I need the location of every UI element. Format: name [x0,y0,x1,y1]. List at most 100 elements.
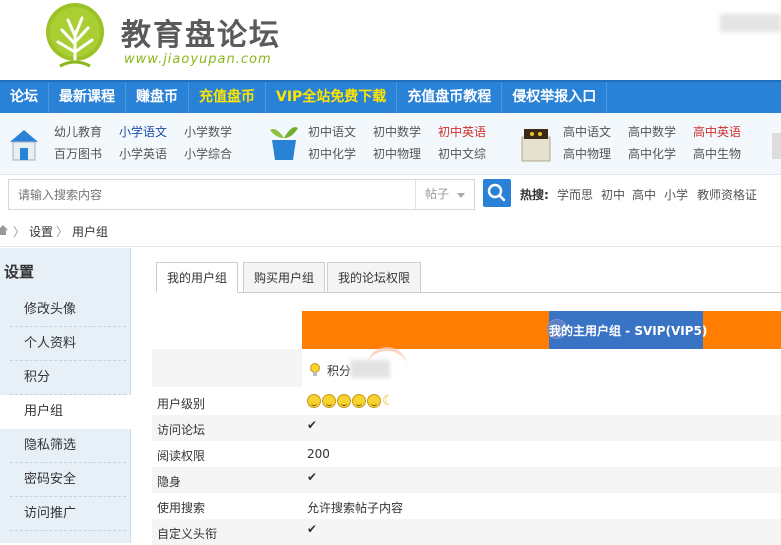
permission-row: 自定义头衔 ✔ [152,519,781,545]
house-icon [10,130,38,161]
permission-value: 200 [307,447,330,461]
permission-label: 使用搜索 [157,501,206,515]
category-link[interactable]: 高中化学 [628,145,676,162]
category-link[interactable]: 小学综合 [184,145,232,162]
search-input[interactable] [9,180,415,209]
breadcrumb-separator: 〉 [56,225,69,239]
category-link[interactable]: 高中数学 [628,123,676,140]
sidebar-item-label: 隐私筛选 [24,438,77,453]
tab-buy-usergroup[interactable]: 购买用户组 [243,262,326,293]
permission-label: 阅读权限 [157,449,206,463]
permission-row: 使用搜索 允许搜索帖子内容 [152,493,781,519]
permission-label: 隐身 [157,475,182,489]
hot-search-link[interactable]: 高中 [632,186,656,203]
sidebar-item[interactable]: 访问推广 [0,497,130,531]
tab-my-usergroup[interactable]: 我的用户组 [156,262,239,293]
smiley-icon [367,393,381,408]
hot-search-link[interactable]: 初中 [601,186,625,203]
user-level-icons: ☾ [307,393,395,408]
category-link[interactable]: 百万图书 [54,145,102,162]
usergroup-header: 我的主用户组 - SVIP(VIP5) [302,311,781,349]
permission-row: 阅读权限 200 [152,441,781,467]
smiley-icon [337,393,351,408]
category-link[interactable]: 高中生物 [693,145,741,162]
blurred-credit-value [350,360,390,378]
sidebar-item[interactable]: 修改头像 [0,293,130,327]
sidebar-item[interactable]: 密码安全 [0,463,130,497]
box-icon [521,129,551,162]
permission-label: 用户级别 [157,397,206,411]
check-icon: ✔ [307,418,318,432]
category-link[interactable]: 高中物理 [563,145,611,162]
check-icon: ✔ [307,522,318,536]
hot-search-link[interactable]: 小学 [664,186,688,203]
category-link[interactable]: 初中化学 [308,145,356,162]
category-link[interactable]: 幼儿教育 [54,123,102,140]
category-link[interactable]: 小学语文 [119,123,167,140]
category-link[interactable]: 初中语文 [308,123,356,140]
category-link[interactable]: 初中物理 [373,145,421,162]
main-content: 我的用户组 购买用户组 我的论坛权限 我的主用户组 - SVIP(VIP5) 积… [131,248,781,545]
search-icon [487,183,506,202]
sidebar-item-label: 修改头像 [24,302,77,317]
permission-row: 访问论坛 ✔ [152,415,781,441]
breadcrumb: 〉 设置 〉 用户组 [0,215,781,247]
site-name[interactable]: 教育盘论坛 [121,10,281,54]
nav-item[interactable]: 充值盘币教程 [397,82,503,113]
breadcrumb-item[interactable]: 用户组 [72,223,108,240]
breadcrumb-item[interactable]: 设置 [29,223,53,240]
search-type-select[interactable]: 帖子 [415,180,474,209]
hot-search-label: 热搜: [520,188,549,202]
tab-forum-permissions[interactable]: 我的论坛权限 [327,262,422,293]
category-link[interactable]: 初中英语 [438,123,486,140]
nav-item[interactable]: 充值盘币 [189,82,266,113]
nav-item[interactable]: 侵权举报入口 [502,82,608,113]
sidebar-item-label: 访问推广 [24,506,77,521]
credit-row-label-cell [152,349,302,387]
permission-label: 自定义头衔 [157,527,218,541]
lightbulb-icon [310,363,320,376]
settings-sidebar: 设置 修改头像 个人资料 积分 用户组 隐私筛选 密码安全 访问推广 [0,248,131,543]
check-icon: ✔ [307,470,318,484]
sidebar-item[interactable]: 个人资料 [0,327,130,361]
blurred-user-info [720,14,781,32]
permission-value: 允许搜索帖子内容 [307,501,404,515]
usergroup-title: 我的主用户组 - SVIP(VIP5) [549,324,708,338]
search-box: 帖子 [8,179,475,210]
category-link[interactable]: 高中语文 [563,123,611,140]
category-bar: 幼儿教育 小学语文 小学数学 百万图书 小学英语 小学综合 初中语文 初中数学 … [0,113,781,175]
credit-label: 积分 [327,364,352,378]
hot-search-link[interactable]: 学而思 [557,186,593,203]
nav-item[interactable]: 最新课程 [49,82,126,113]
partial-category-icon [772,133,781,159]
nav-item[interactable]: 赚盘币 [126,82,189,113]
sidebar-item[interactable]: 积分 [0,361,130,395]
home-icon[interactable] [0,225,8,235]
chevron-down-icon [457,193,465,198]
plant-pot-icon [270,127,298,160]
category-link[interactable]: 初中文综 [438,145,486,162]
category-link[interactable]: 小学英语 [119,145,167,162]
nav-item[interactable]: VIP全站免费下载 [266,82,398,113]
category-link[interactable]: 初中数学 [373,123,421,140]
tab-bar: 我的用户组 购买用户组 我的论坛权限 [156,262,781,293]
site-url[interactable]: www.jiaoyupan.com [124,52,272,67]
hot-search-link[interactable]: 教师资格证 [697,186,757,203]
smiley-icon [307,393,321,408]
search-bar: 帖子 热搜: 学而思 初中 高中 小学 教师资格证 [0,175,781,215]
sidebar-title: 设置 [4,263,35,281]
nav-item[interactable]: 论坛 [0,82,49,113]
search-button[interactable] [483,179,511,207]
sidebar-item[interactable]: 隐私筛选 [0,429,130,463]
moon-icon: ☾ [382,392,395,409]
category-link[interactable]: 高中英语 [693,123,741,140]
smiley-icon [322,393,336,408]
category-link[interactable]: 小学数学 [184,123,232,140]
search-type-label: 帖子 [425,187,450,201]
sidebar-item-label: 用户组 [24,404,64,419]
sidebar-item-active[interactable]: 用户组 [0,395,131,429]
permission-label: 访问论坛 [157,423,206,437]
site-header: 教育盘论坛 www.jiaoyupan.com [0,0,781,80]
permission-row: 隐身 ✔ [152,467,781,493]
logo-tree-icon[interactable] [38,2,112,72]
